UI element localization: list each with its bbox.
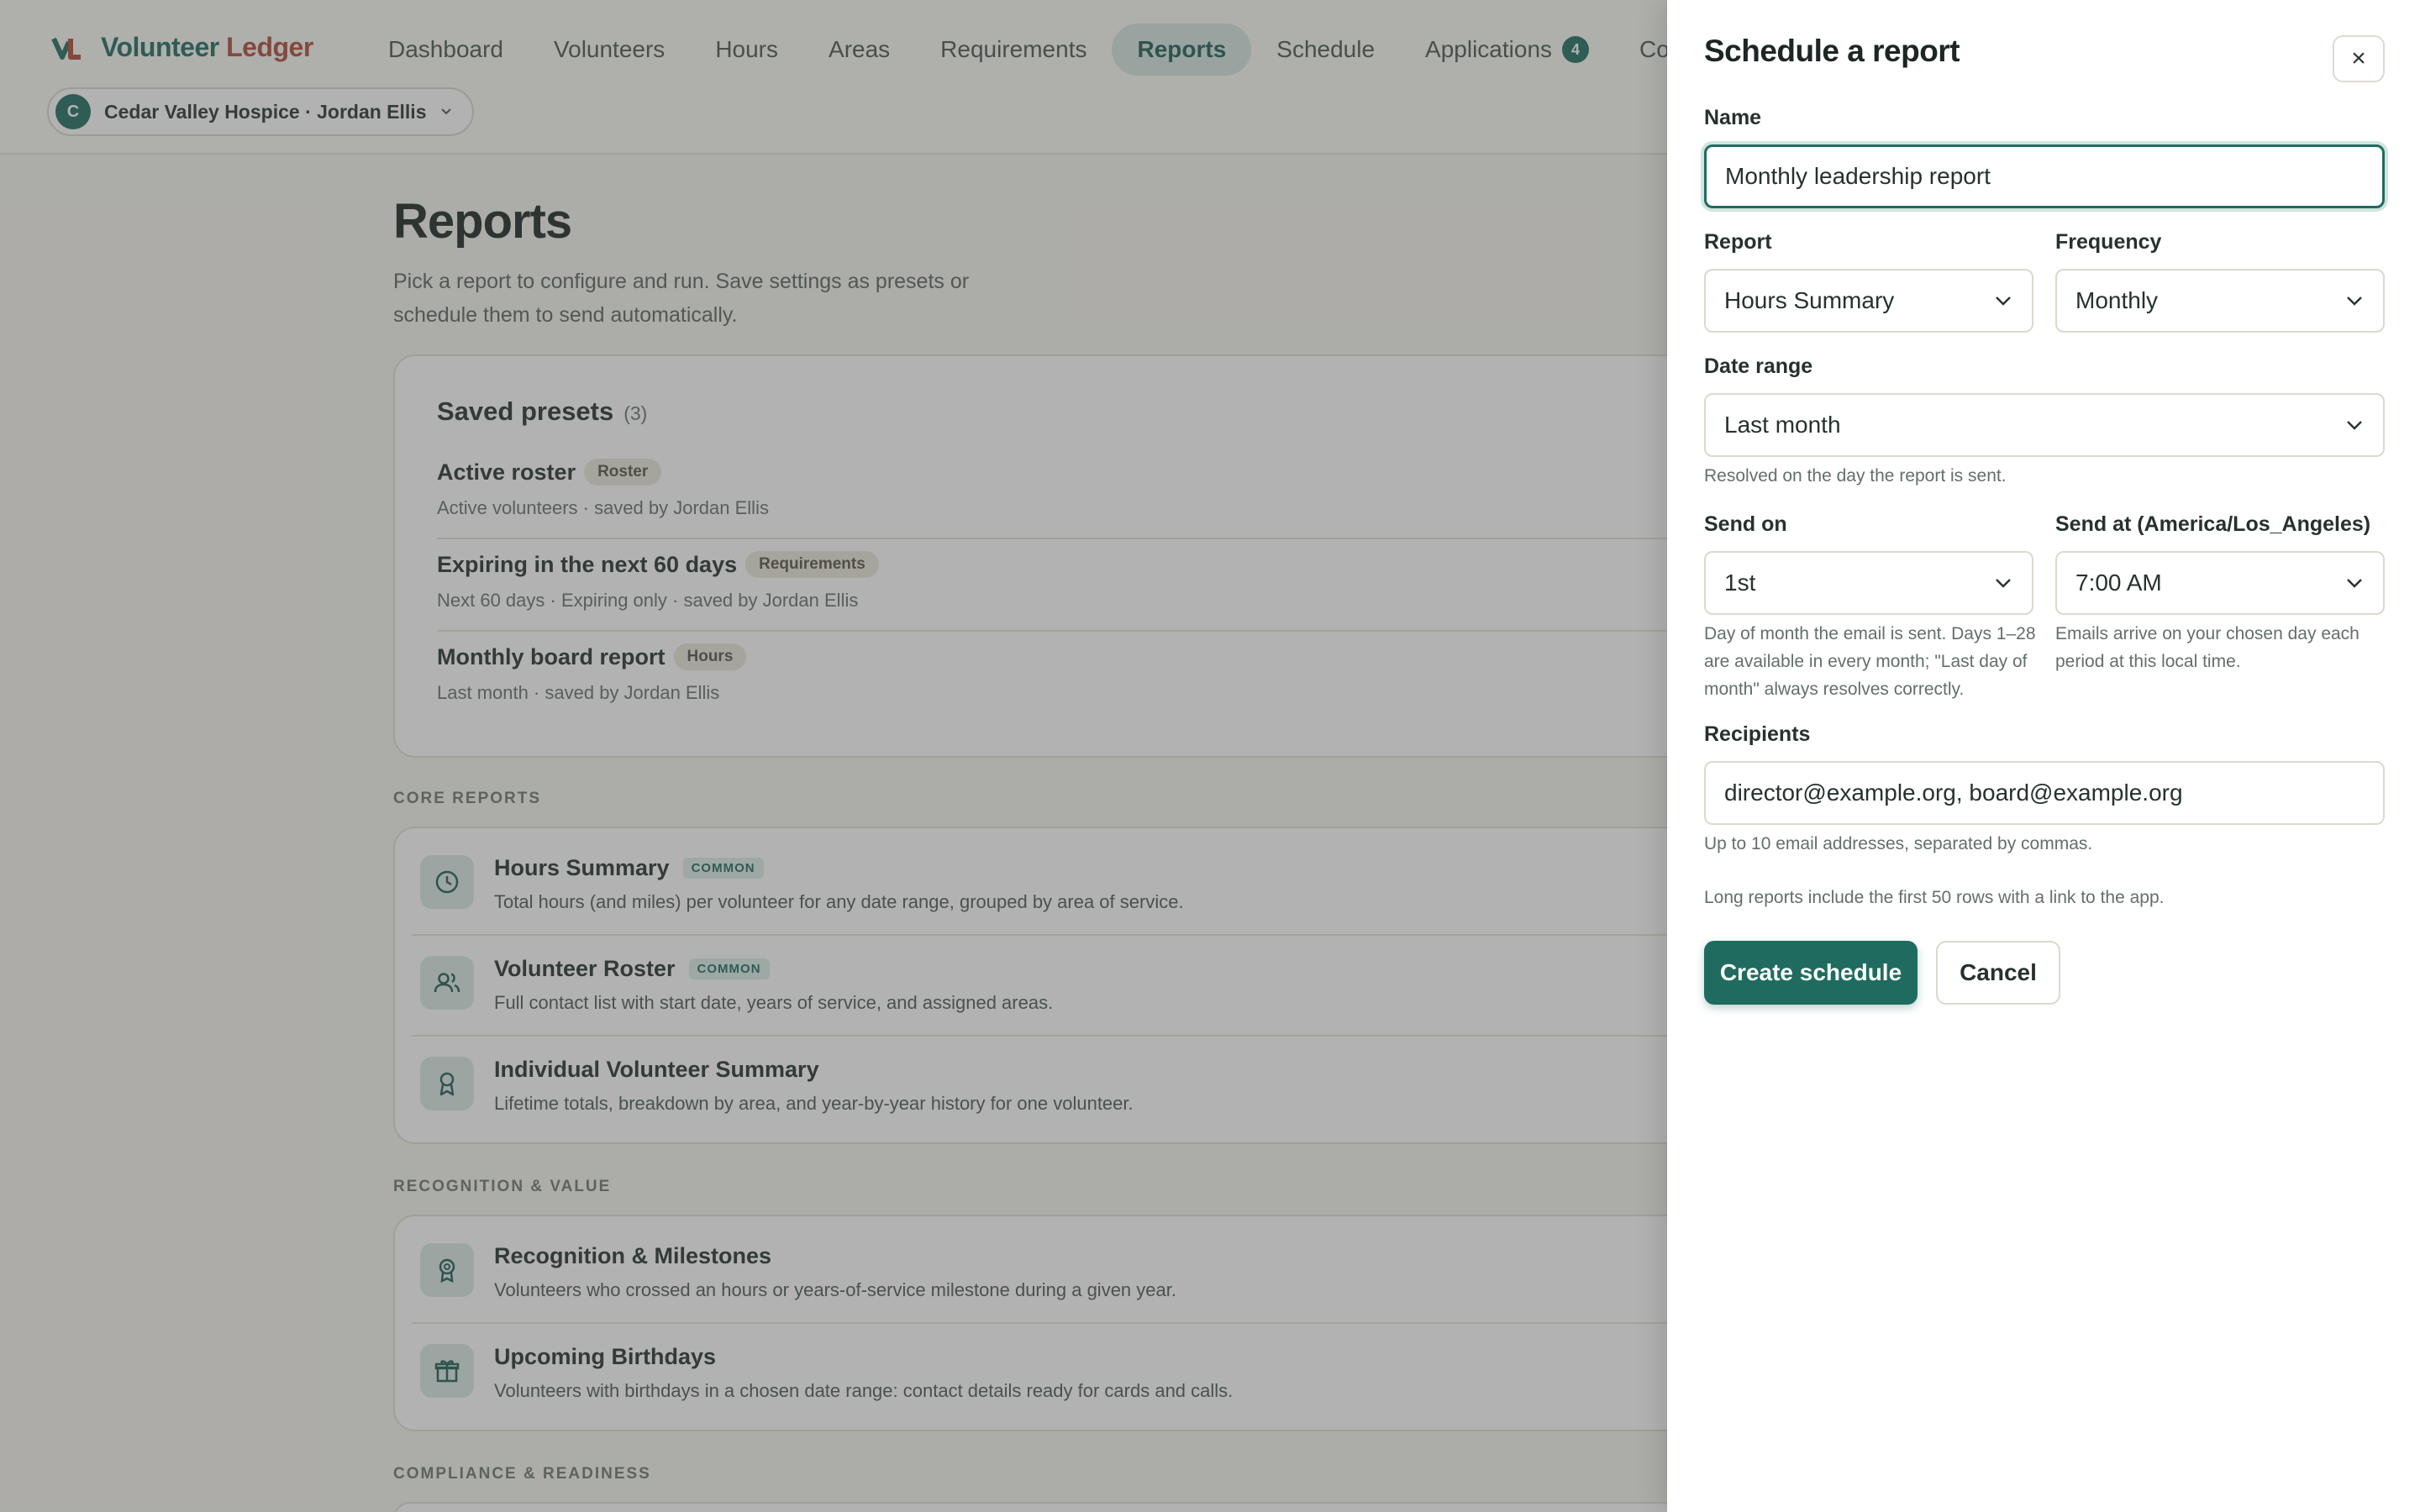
send-on-select[interactable]: 1st — [1704, 551, 2033, 615]
frequency-label: Frequency — [2055, 230, 2162, 254]
frequency-select[interactable]: Monthly — [2055, 269, 2385, 333]
report-select[interactable]: Hours Summary — [1704, 269, 2033, 333]
name-label: Name — [1704, 106, 1762, 129]
send-at-select[interactable]: 7:00 AM — [2055, 551, 2385, 615]
long-report-note: Long reports include the first 50 rows w… — [1704, 888, 2165, 907]
date-range-help: Resolved on the day the report is sent. — [1704, 466, 2007, 486]
recipients-label: Recipients — [1704, 722, 1811, 746]
close-icon: × — [2351, 45, 2366, 72]
chevron-down-icon — [1996, 579, 2011, 588]
recipients-input[interactable]: director@example.org, board@example.org — [1704, 761, 2385, 825]
drawer-title: Schedule a report — [1704, 34, 1960, 68]
send-at-help: Emails arrive on your chosen day each pe… — [2055, 624, 2360, 671]
date-range-label: Date range — [1704, 354, 1813, 378]
chevron-down-icon — [2347, 421, 2362, 430]
cancel-button[interactable]: Cancel — [1936, 941, 2060, 1005]
create-schedule-button[interactable]: Create schedule — [1704, 941, 1918, 1005]
chevron-down-icon — [2347, 297, 2362, 306]
date-range-select[interactable]: Last month — [1704, 393, 2385, 457]
close-button[interactable]: × — [2333, 35, 2385, 82]
chevron-down-icon — [1996, 297, 2011, 306]
schedule-report-drawer: Schedule a report × Name Monthly leaders… — [1667, 0, 2420, 1512]
name-input[interactable]: Monthly leadership report — [1704, 144, 2385, 208]
report-label: Report — [1704, 230, 1772, 254]
chevron-down-icon — [2347, 579, 2362, 588]
send-on-label: Send on — [1704, 512, 1787, 536]
send-on-help: Day of month the email is sent. Days 1–2… — [1704, 624, 2036, 699]
send-at-label: Send at (America/Los_Angeles) — [2055, 512, 2371, 536]
recipients-help: Up to 10 email addresses, separated by c… — [1704, 834, 2093, 853]
